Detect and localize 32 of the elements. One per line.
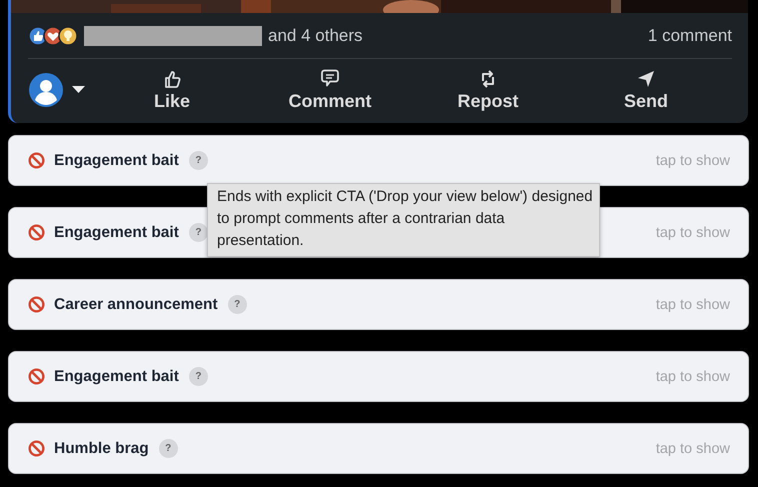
help-badge[interactable]: ?: [228, 295, 247, 314]
prohibited-icon: [28, 296, 45, 313]
prohibited-icon: [28, 440, 45, 457]
send-button[interactable]: Send: [618, 66, 674, 114]
comment-count[interactable]: 1 comment: [648, 26, 732, 46]
speech-bubble-icon: [318, 68, 341, 88]
flag-label: Career announcement: [54, 296, 218, 314]
flag-label: Humble brag: [54, 440, 149, 458]
tooltip-text: Ends with explicit CTA ('Drop your view below') designed to prompt comments after a contrarian data presentation.: [217, 188, 593, 249]
caret-icon[interactable]: [72, 86, 85, 94]
help-badge[interactable]: ?: [188, 367, 208, 386]
comment-button[interactable]: Comment: [282, 66, 378, 114]
send-icon: [636, 68, 656, 88]
thumbs-up-icon: [162, 68, 182, 88]
like-button[interactable]: Like: [148, 66, 196, 114]
tap-to-show-link[interactable]: tap to show: [656, 296, 730, 312]
flag-label: Engagement bait: [54, 152, 179, 170]
flag-label: Engagement bait: [54, 224, 179, 242]
repost-button[interactable]: Repost: [451, 66, 524, 114]
avatar-icon[interactable]: [29, 73, 63, 107]
tap-to-show-link[interactable]: tap to show: [656, 152, 730, 168]
prohibited-icon: [28, 224, 45, 241]
tap-to-show-link[interactable]: tap to show: [656, 368, 730, 384]
tap-to-show-link[interactable]: tap to show: [656, 224, 730, 240]
flag-label: Engagement bait: [54, 368, 179, 386]
tap-to-show-link[interactable]: tap to show: [656, 440, 730, 456]
help-badge[interactable]: ?: [188, 151, 208, 170]
help-badge[interactable]: ?: [158, 439, 178, 458]
prohibited-icon: [28, 152, 45, 169]
reactions-count[interactable]: and 4 others: [268, 26, 363, 46]
prohibited-icon: [28, 368, 45, 385]
help-badge[interactable]: ?: [188, 223, 208, 242]
